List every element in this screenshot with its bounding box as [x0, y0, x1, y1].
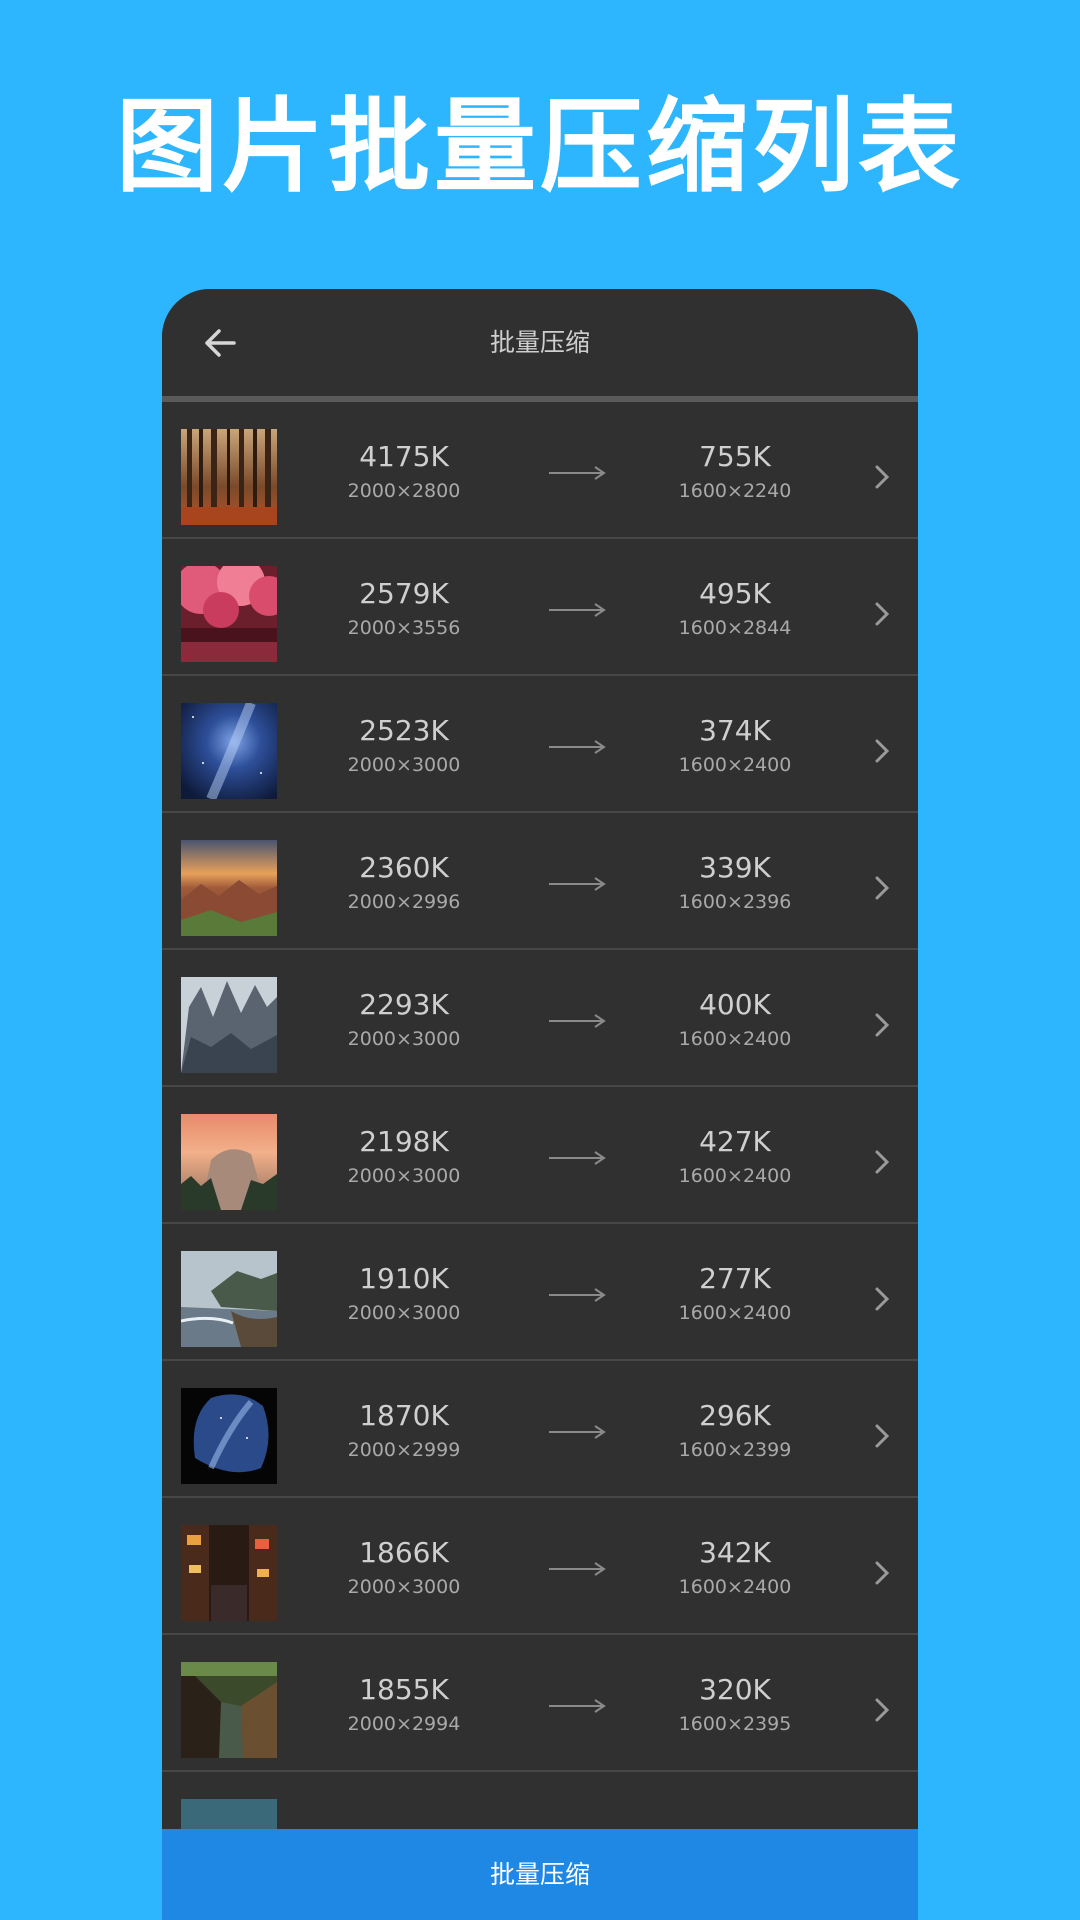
hero-title: 图片批量压缩列表: [116, 88, 964, 207]
image-list: 4175K 2000×2800 755K 1600×2240 2579K 200…: [162, 402, 918, 1909]
app-bar: 批量压缩: [162, 289, 918, 397]
thumbnail-forest: [181, 429, 277, 525]
thumbnail-canal: [181, 1662, 277, 1758]
list-item[interactable]: 2198K 2000×3000 427K 1600×2400: [162, 1087, 918, 1224]
back-button[interactable]: [192, 315, 248, 371]
arrow-right-icon: [549, 1151, 606, 1165]
compressed-size: 342K: [699, 1536, 771, 1569]
thumbnail-cave-stars: [181, 1388, 277, 1484]
compressed-size: 374K: [699, 714, 771, 747]
chevron-right-icon: [875, 1424, 890, 1448]
chevron-right-icon: [875, 465, 890, 489]
arrow-right-icon: [549, 603, 606, 617]
compressed-dimensions: 1600×2399: [678, 1439, 792, 1461]
original-size: 2293K: [359, 988, 449, 1021]
original-dimensions: 2000×2800: [347, 480, 461, 502]
arrow-left-icon: [205, 329, 236, 357]
chevron-right-icon: [875, 1150, 890, 1174]
list-item[interactable]: 2579K 2000×3556 495K 1600×2844: [162, 539, 918, 676]
chevron-right-icon: [875, 1013, 890, 1037]
batch-compress-button[interactable]: 批量压缩: [162, 1829, 918, 1920]
list-item[interactable]: 1870K 2000×2999 296K 1600×2399: [162, 1361, 918, 1498]
arrow-right-icon: [549, 1425, 606, 1439]
compressed-size: 755K: [699, 440, 771, 473]
compressed-dimensions: 1600×2400: [678, 1576, 792, 1598]
compressed-size: 400K: [699, 988, 771, 1021]
thumbnail-milky-way: [181, 703, 277, 799]
arrow-right-icon: [549, 1014, 606, 1028]
original-dimensions: 2000×3000: [347, 754, 461, 776]
arrow-right-icon: [549, 1699, 606, 1713]
compressed-size: 320K: [699, 1673, 771, 1706]
compressed-dimensions: 1600×2844: [678, 617, 792, 639]
arrow-right-icon: [549, 1562, 606, 1576]
compressed-size: 277K: [699, 1262, 771, 1295]
chevron-right-icon: [875, 876, 890, 900]
compressed-size: 495K: [699, 577, 771, 610]
thumbnail-pink-trees: [181, 566, 277, 662]
compressed-size: 427K: [699, 1125, 771, 1158]
list-item[interactable]: 1866K 2000×3000 342K 1600×2400: [162, 1498, 918, 1635]
chevron-right-icon: [875, 1698, 890, 1722]
chevron-right-icon: [875, 602, 890, 626]
thumbnail-badlands: [181, 840, 277, 936]
compressed-dimensions: 1600×2400: [678, 1165, 792, 1187]
original-dimensions: 2000×3000: [347, 1028, 461, 1050]
thumbnail-city-street: [181, 1525, 277, 1621]
original-size: 2523K: [359, 714, 449, 747]
list-item[interactable]: 2523K 2000×3000 374K 1600×2400: [162, 676, 918, 813]
original-size: 2579K: [359, 577, 449, 610]
original-size: 1855K: [359, 1673, 449, 1706]
arrow-right-icon: [549, 466, 606, 480]
original-dimensions: 2000×3556: [347, 617, 461, 639]
original-dimensions: 2000×2994: [347, 1713, 461, 1735]
list-item[interactable]: 2360K 2000×2996 339K 1600×2396: [162, 813, 918, 950]
thumbnail-half-dome: [181, 1114, 277, 1210]
original-dimensions: 2000×3000: [347, 1302, 461, 1324]
original-dimensions: 2000×3000: [347, 1576, 461, 1598]
compressed-size: 339K: [699, 851, 771, 884]
original-size: 1866K: [359, 1536, 449, 1569]
original-dimensions: 2000×3000: [347, 1165, 461, 1187]
compressed-dimensions: 1600×2240: [678, 480, 792, 502]
compressed-dimensions: 1600×2400: [678, 754, 792, 776]
list-item[interactable]: 1910K 2000×3000 277K 1600×2400: [162, 1224, 918, 1361]
app-screen: 批量压缩 4175K 2000×2800 755K 1600×2240 2579…: [162, 289, 918, 1920]
original-dimensions: 2000×2999: [347, 1439, 461, 1461]
list-item[interactable]: 1855K 2000×2994 320K 1600×2395: [162, 1635, 918, 1772]
list-item[interactable]: 4175K 2000×2800 755K 1600×2240: [162, 402, 918, 539]
chevron-right-icon: [875, 1561, 890, 1585]
compressed-dimensions: 1600×2400: [678, 1302, 792, 1324]
thumbnail-coastline: [181, 1251, 277, 1347]
compressed-dimensions: 1600×2400: [678, 1028, 792, 1050]
original-size: 1910K: [359, 1262, 449, 1295]
arrow-right-icon: [549, 1288, 606, 1302]
compressed-size: 296K: [699, 1399, 771, 1432]
chevron-right-icon: [875, 739, 890, 763]
compressed-dimensions: 1600×2396: [678, 891, 792, 913]
original-size: 4175K: [359, 440, 449, 473]
chevron-right-icon: [875, 1287, 890, 1311]
original-size: 2360K: [359, 851, 449, 884]
original-size: 1870K: [359, 1399, 449, 1432]
thumbnail-rocky-peaks: [181, 977, 277, 1073]
original-size: 2198K: [359, 1125, 449, 1158]
arrow-right-icon: [549, 877, 606, 891]
original-dimensions: 2000×2996: [347, 891, 461, 913]
compressed-dimensions: 1600×2395: [678, 1713, 792, 1735]
arrow-right-icon: [549, 740, 606, 754]
list-item[interactable]: 2293K 2000×3000 400K 1600×2400: [162, 950, 918, 1087]
app-bar-title: 批量压缩: [489, 328, 590, 357]
